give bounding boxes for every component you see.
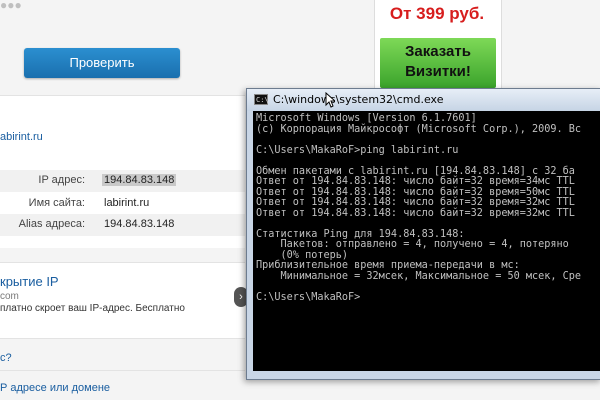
mouse-pointer-icon (325, 92, 335, 108)
cmd-icon: C:\ (254, 94, 269, 105)
info-label: Alias адреса: (18, 218, 85, 230)
info-value: labirint.ru (104, 197, 150, 209)
banner-cta[interactable]: Заказать Визитки! (380, 42, 496, 82)
site-link[interactable]: abirint.ru (0, 131, 43, 143)
console-line: Минимальное = 32мсек, Максимальное = 50 … (256, 270, 582, 282)
console-line: Ответ от 194.84.83.148: число байт=32 вр… (256, 207, 575, 219)
info-row-site-name: Имя сайта: labirint.ru (0, 193, 245, 215)
cmd-titlebar[interactable]: C:\ C:\windows\system32\cmd.exe (247, 89, 600, 111)
banner-cta-line1: Заказать (405, 43, 471, 60)
console-line: Ответ от 194.84.83.148: число байт=32 вр… (256, 197, 575, 208)
info-row-alias: Alias адреса: 194.84.83.148 (0, 214, 245, 236)
cmd-window-title: C:\windows\system32\cmd.exe (273, 93, 444, 106)
banner-cta-line2: Визитки! (405, 63, 471, 80)
info-label: Имя сайта: (28, 197, 85, 209)
console-line: Пакетов: отправлено = 4, получено = 4, п… (256, 239, 569, 250)
console-output: Microsoft Windows [Version 6.1.7601] (c) … (256, 113, 582, 303)
info-value: 194.84.83.148 (104, 218, 175, 230)
cmd-window[interactable]: C:\ C:\windows\system32\cmd.exe Microsof… (246, 88, 600, 380)
verify-button[interactable]: Проверить (24, 48, 180, 78)
ad-domain: com (0, 291, 19, 302)
ip-domain-link[interactable]: Р адресе или домене (0, 382, 110, 394)
console-line: C:\Users\MakaRoF> (256, 291, 361, 303)
banner-price: От 399 руб. (389, 4, 485, 23)
info-row-ip: IP адрес: 194.84.83.148 (0, 170, 245, 192)
ad-title-link[interactable]: крытие IP (0, 274, 59, 289)
console-line: Microsoft Windows [Version 6.1.7601] (256, 113, 477, 124)
console-line: C:\Users\MakaRoF>ping labirint.ru (256, 144, 459, 156)
divider (0, 370, 245, 371)
info-label: IP адрес: (38, 174, 85, 186)
console-line: Приблизительное время приема-передачи в … (256, 260, 520, 271)
site-logo: ●●● (0, 0, 22, 10)
console-line: Ответ от 194.84.83.148: число байт=32 вр… (256, 176, 575, 187)
question-link[interactable]: с? (0, 352, 12, 364)
ad-text: платно скроет ваш IP-адрес. Бесплатно (0, 303, 185, 314)
console-line: (c) Корпорация Майкрософт (Microsoft Cor… (256, 123, 582, 135)
info-value-selected[interactable]: 194.84.83.148 (102, 174, 177, 186)
cmd-console[interactable]: Microsoft Windows [Version 6.1.7601] (c) … (253, 111, 600, 371)
